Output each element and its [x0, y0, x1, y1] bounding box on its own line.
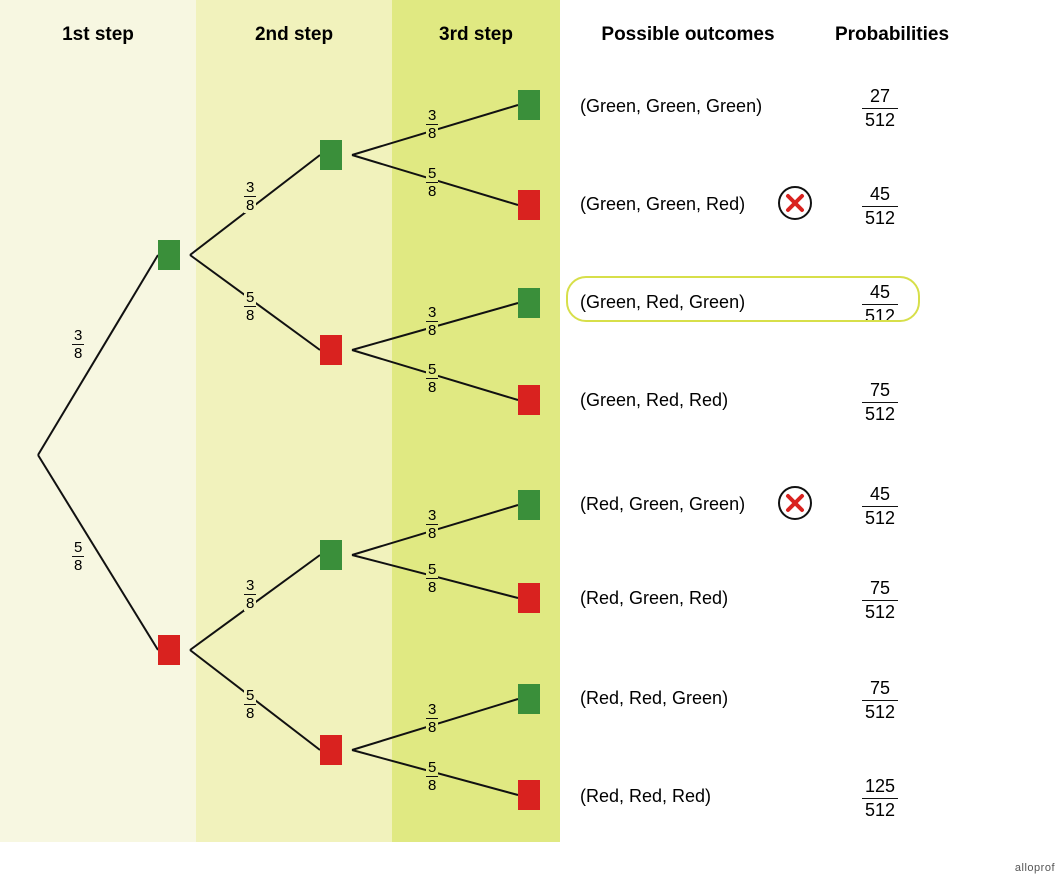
node-step2-green	[320, 540, 342, 570]
edge-prob: 38	[244, 180, 256, 213]
edge-prob: 58	[244, 688, 256, 721]
watermark: alloprof	[1015, 862, 1055, 874]
node-step3-green	[518, 288, 540, 318]
column-step3: 3rd step	[392, 0, 560, 842]
outcome-prob: 75512	[830, 380, 930, 425]
outcome-prob: 27512	[830, 86, 930, 131]
edge-prob: 58	[426, 760, 438, 793]
cross-icon	[778, 186, 812, 220]
column-step2: 2nd step	[196, 0, 392, 842]
edge-prob: 58	[72, 540, 84, 573]
node-step1-red	[158, 635, 180, 665]
node-step3-red	[518, 583, 540, 613]
header-outcomes: Possible outcomes	[601, 0, 774, 60]
edge-prob: 38	[426, 108, 438, 141]
edge-prob: 58	[426, 362, 438, 395]
outcome-label: (Red, Red, Red)	[580, 786, 816, 807]
edge-prob: 38	[426, 305, 438, 338]
column-step1: 1st step	[0, 0, 196, 842]
edge-prob: 38	[426, 508, 438, 541]
node-step3-red	[518, 190, 540, 220]
column-outcomes: Possible outcomes	[560, 0, 816, 842]
node-step1-green	[158, 240, 180, 270]
probability-tree-diagram: 1st step 2nd step 3rd step Possible outc…	[0, 0, 1063, 880]
outcome-prob: 125512	[830, 776, 930, 821]
edge-prob: 38	[244, 578, 256, 611]
outcome-label: (Red, Green, Red)	[580, 588, 816, 609]
edge-prob: 58	[244, 290, 256, 323]
node-step2-green	[320, 140, 342, 170]
node-step3-green	[518, 684, 540, 714]
outcome-label: (Red, Red, Green)	[580, 688, 816, 709]
node-step3-green	[518, 490, 540, 520]
outcome-prob: 45512	[830, 484, 930, 529]
node-step3-red	[518, 780, 540, 810]
header-probabilities: Probabilities	[835, 0, 949, 60]
outcome-label: (Green, Red, Red)	[580, 390, 816, 411]
node-step2-red	[320, 335, 342, 365]
outcome-prob: 75512	[830, 678, 930, 723]
cross-icon	[778, 486, 812, 520]
edge-prob: 58	[426, 562, 438, 595]
header-step1: 1st step	[62, 0, 134, 60]
header-step3: 3rd step	[439, 0, 513, 60]
edge-prob: 38	[72, 328, 84, 361]
edge-prob: 38	[426, 702, 438, 735]
node-step2-red	[320, 735, 342, 765]
node-step3-green	[518, 90, 540, 120]
highlight-ring	[566, 276, 920, 322]
outcome-prob: 45512	[830, 184, 930, 229]
edge-prob: 58	[426, 166, 438, 199]
node-step3-red	[518, 385, 540, 415]
outcome-label: (Green, Green, Green)	[580, 96, 816, 117]
outcome-prob: 75512	[830, 578, 930, 623]
header-step2: 2nd step	[255, 0, 333, 60]
